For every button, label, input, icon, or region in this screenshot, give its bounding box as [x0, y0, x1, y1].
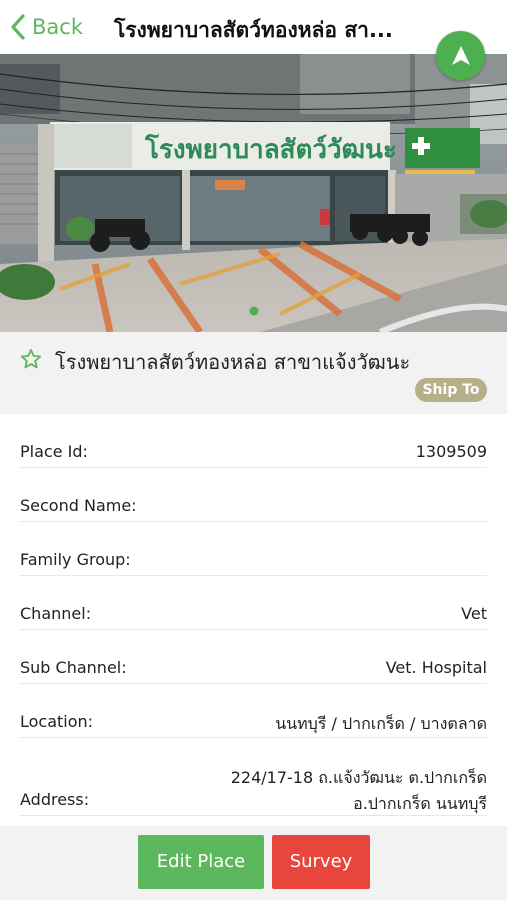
detail-label: Family Group: — [20, 550, 131, 569]
detail-value: 1309509 — [415, 442, 487, 461]
detail-label: Location: — [20, 712, 94, 731]
detail-label: Channel: — [20, 604, 92, 623]
detail-value: Vet. Hospital — [385, 658, 487, 677]
ship-to-badge: Ship To — [415, 378, 487, 402]
navigation-arrow-icon — [451, 45, 470, 65]
edit-place-button[interactable]: Edit Place — [138, 835, 264, 889]
place-details: Place Id: 1309509 Second Name: Family Gr… — [0, 414, 507, 826]
page-title: โรงพยาบาลสัตว์ทองหล่อ สา... — [114, 18, 393, 42]
chevron-left-icon — [11, 14, 25, 40]
detail-row-second-name: Second Name: — [20, 482, 487, 522]
detail-label: Place Id: — [20, 442, 88, 461]
detail-label: Second Name: — [20, 496, 137, 515]
place-photo[interactable]: โรงพยาบาลสัตว์วัฒนะ — [0, 54, 507, 332]
star-outline-icon[interactable] — [20, 348, 42, 370]
navigate-button[interactable] — [436, 31, 485, 80]
detail-value-line2: อ.ปากเกร็ด นนทบุรี — [353, 794, 487, 813]
detail-value: นนทบุรี / ปากเกร็ด / บางตลาด — [275, 714, 487, 733]
app-header: Back โรงพยาบาลสัตว์ทองหล่อ สา... — [0, 0, 507, 54]
detail-label: Address: — [20, 790, 90, 809]
place-name: โรงพยาบาลสัตว์ทองหล่อ สาขาแจ้งวัฒนะ — [55, 350, 411, 374]
survey-button[interactable]: Survey — [272, 835, 370, 889]
back-label: Back — [32, 15, 83, 39]
detail-label: Sub Channel: — [20, 658, 127, 677]
detail-row-place-id: Place Id: 1309509 — [20, 428, 487, 468]
photo-sign-text: โรงพยาบาลสัตว์วัฒนะ — [144, 133, 397, 165]
detail-row-channel: Channel: Vet — [20, 590, 487, 630]
detail-value-line1: 224/17-18 ถ.แจ้งวัฒนะ ต.ปากเกร็ด — [230, 768, 487, 787]
back-button[interactable]: Back — [10, 12, 83, 42]
detail-row-sub-channel: Sub Channel: Vet. Hospital — [20, 644, 487, 684]
detail-row-family-group: Family Group: — [20, 536, 487, 576]
detail-row-location: Location: นนทบุรี / ปากเกร็ด / บางตลาด — [20, 698, 487, 738]
street-view-image: โรงพยาบาลสัตว์วัฒนะ — [0, 54, 507, 332]
detail-value: Vet — [461, 604, 487, 623]
detail-row-address: Address: 224/17-18 ถ.แจ้งวัฒนะ ต.ปากเกร็… — [20, 752, 487, 816]
